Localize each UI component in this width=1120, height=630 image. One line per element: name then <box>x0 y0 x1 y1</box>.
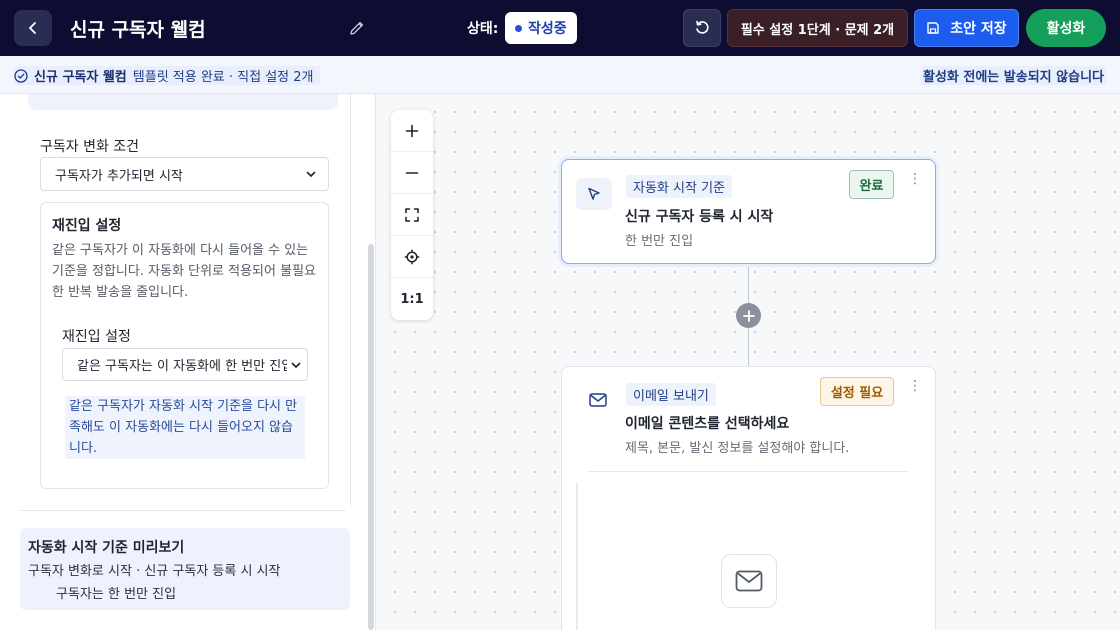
settings-panel: 구독자 변화 조건 구독자가 추가되면 시작 재진입 설정 같은 구독자가 이 … <box>0 94 376 630</box>
reentry-select[interactable]: 같은 구독자는 이 자동화에 한 번만 진입 <box>62 348 308 381</box>
node-heading: 이메일 콘텐츠를 선택하세요 <box>625 416 790 432</box>
node-tag: 이메일 보내기 <box>626 383 716 406</box>
node-subtitle: 한 번만 진입 <box>625 234 694 249</box>
actual-size-button[interactable]: 1:1 <box>391 278 433 320</box>
crosshair-icon <box>404 249 420 264</box>
top-bar: 신규 구독자 웰컴 상태: 작성중 필수 설정 1단계 · 문제 2개 초안 저… <box>0 0 1120 56</box>
workflow-canvas[interactable]: 1:1 자동화 시작 기준 신규 구독자 등록 시 시작 한 번만 진입 완료 … <box>377 94 1120 630</box>
content-area-border <box>576 483 578 630</box>
save-draft-button[interactable]: 초안 저장 <box>914 9 1019 47</box>
more-options-icon[interactable]: ⋮ <box>908 379 922 393</box>
save-icon <box>927 22 939 34</box>
zoom-out-button[interactable] <box>391 152 433 194</box>
notice-left: 신규 구독자 웰컴 템플릿 적용 완료 · 직접 설정 2개 <box>14 66 320 85</box>
status-badge-needs-setup: 설정 필요 <box>820 377 894 406</box>
node-icon-box <box>580 384 616 416</box>
connector-line <box>748 264 749 304</box>
panel-scrollbar[interactable] <box>368 244 374 630</box>
preview-line1: 구독자 변화로 시작 · 신규 구독자 등록 시 시작 <box>28 564 281 579</box>
status-value: 작성중 <box>528 21 567 37</box>
status-dot-icon <box>515 24 522 32</box>
zoom-in-button[interactable] <box>391 110 433 152</box>
email-content-placeholder[interactable] <box>721 554 777 608</box>
fit-view-button[interactable] <box>391 194 433 236</box>
back-button[interactable] <box>14 10 52 46</box>
notice-right-message: 활성화 전에는 발송되지 않습니다 <box>920 66 1106 85</box>
required-settings-button[interactable]: 필수 설정 1단계 · 문제 2개 <box>727 9 908 47</box>
reentry-help-text: 같은 구독자가 자동화 시작 기준을 다시 만족해도 이 자동화에는 다시 들어… <box>65 396 305 459</box>
chevron-down-icon <box>291 362 301 368</box>
chevron-down-icon <box>306 171 316 177</box>
trigger-node[interactable]: 자동화 시작 기준 신규 구독자 등록 시 시작 한 번만 진입 완료 ⋮ <box>561 159 936 264</box>
preview-title: 자동화 시작 기준 미리보기 <box>28 540 185 556</box>
node-divider <box>588 471 908 472</box>
more-options-icon[interactable]: ⋮ <box>908 172 922 186</box>
status-label: 상태: <box>467 21 499 37</box>
automation-title: 신규 구독자 웰컴 <box>70 19 206 41</box>
node-heading: 신규 구독자 등록 시 시작 <box>625 209 774 225</box>
fit-view-icon <box>405 207 419 222</box>
panel-divider <box>350 94 351 506</box>
notice-title: 신규 구독자 웰컴 <box>34 70 127 85</box>
plus-icon <box>742 309 755 322</box>
subscriber-change-value: 구독자가 추가되면 시작 <box>55 168 183 184</box>
plus-icon <box>405 124 419 137</box>
undo-icon <box>696 20 709 34</box>
notice-bar: 신규 구독자 웰컴 템플릿 적용 완료 · 직접 설정 2개 활성화 전에는 발… <box>0 56 1120 94</box>
section-divider <box>20 510 345 511</box>
connector-line <box>748 328 749 366</box>
add-step-button[interactable] <box>736 303 761 328</box>
mail-icon <box>589 393 607 407</box>
reentry-description: 같은 구독자가 이 자동화에 다시 들어올 수 있는 기준을 정합니다. 자동화… <box>52 243 316 300</box>
email-node[interactable]: 이메일 보내기 이메일 콘텐츠를 선택하세요 제목, 본문, 발신 정보를 설정… <box>561 366 936 630</box>
check-circle-icon <box>14 68 28 83</box>
subscriber-change-select[interactable]: 구독자가 추가되면 시작 <box>40 157 329 191</box>
status-badge-done: 완료 <box>849 170 894 199</box>
reentry-title: 재진입 설정 <box>52 218 122 234</box>
pencil-icon[interactable] <box>348 19 366 37</box>
status-badge: 작성중 <box>505 12 577 44</box>
node-tag: 자동화 시작 기준 <box>626 175 732 198</box>
trigger-preview: 자동화 시작 기준 미리보기 구독자 변화로 시작 · 신규 구독자 등록 시 … <box>20 528 350 610</box>
undo-button[interactable] <box>683 9 721 47</box>
chevron-left-icon <box>29 22 36 34</box>
mail-icon <box>735 570 763 592</box>
cursor-icon <box>588 187 600 200</box>
reentry-select-value: 같은 구독자는 이 자동화에 한 번만 진입 <box>77 359 287 374</box>
subscriber-change-label: 구독자 변화 조건 <box>40 139 140 155</box>
node-icon-box <box>576 178 612 210</box>
save-draft-label: 초안 저장 <box>950 21 1007 37</box>
center-view-button[interactable] <box>391 236 433 278</box>
zoom-controls: 1:1 <box>391 110 433 320</box>
reentry-card: 재진입 설정 같은 구독자가 이 자동화에 다시 들어올 수 있는 기준을 정합… <box>40 202 329 489</box>
reentry-field-label: 재진입 설정 <box>62 329 131 345</box>
previous-section-stub <box>28 94 338 110</box>
preview-line2: 구독자는 한 번만 진입 <box>56 587 177 602</box>
activate-button[interactable]: 활성화 <box>1026 9 1106 47</box>
notice-message: 템플릿 적용 완료 · 직접 설정 2개 <box>132 70 314 85</box>
node-subtitle: 제목, 본문, 발신 정보를 설정해야 합니다. <box>625 441 850 456</box>
minus-icon <box>405 171 419 174</box>
